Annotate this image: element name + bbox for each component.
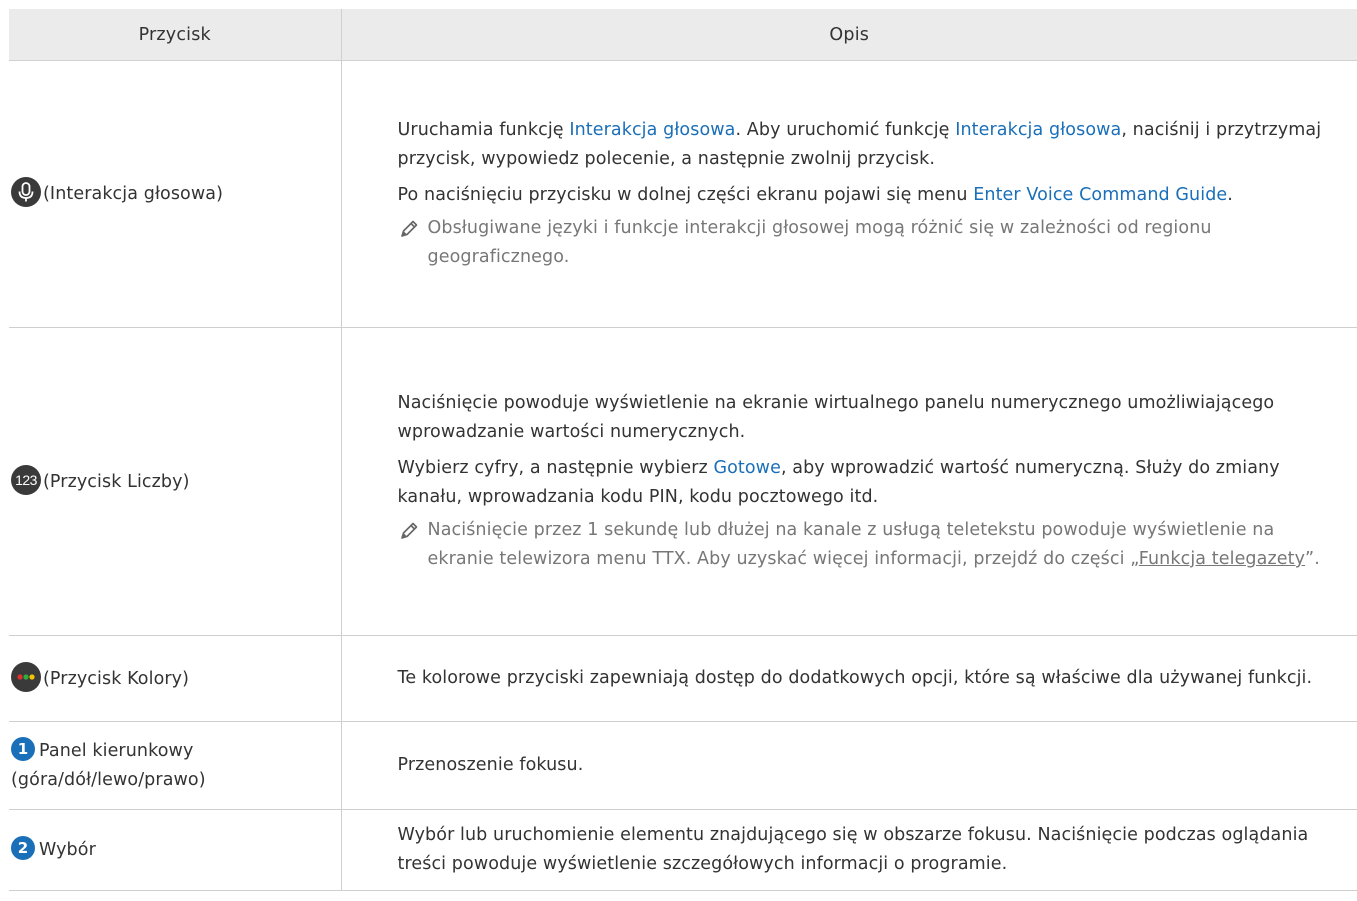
text-fragment: Wybierz cyfry, a następnie wybierz	[397, 458, 714, 478]
table-row-numbers: 123 (Przycisk Liczby) Naciśnięcie powoduj…	[9, 327, 1357, 636]
numbers-paragraph-1: Naciśnięcie powoduje wyświetlenie na ekr…	[397, 393, 1275, 442]
document-page: Przycisk Opis (Interakcja głosowa) Uruch…	[0, 0, 1357, 901]
link-funkcja-telegazety[interactable]: Funkcja telegazety	[1139, 549, 1305, 569]
text-fragment: Po naciśnięciu przycisku w dolnej części…	[397, 185, 974, 205]
numbers-paragraph-2: Wybierz cyfry, a następnie wybierz Gotow…	[398, 454, 1340, 512]
button-label-voice: (Interakcja głosowa)	[43, 184, 224, 204]
voice-note-text: Obsługiwane języki i funkcje interakcji …	[427, 218, 1212, 267]
button-cell-select: 2 Wybór	[9, 809, 341, 891]
pencil-note-icon	[400, 522, 417, 539]
desc-cell-numbers: Naciśnięcie powoduje wyświetlenie na ekr…	[340, 327, 1357, 636]
microphone-icon	[11, 177, 41, 207]
numbers-123-icon: 123	[11, 464, 41, 495]
voice-paragraph-2: Po naciśnięciu przycisku w dolnej części…	[398, 181, 1340, 210]
voice-note: Obsługiwane języki i funkcje interakcji …	[398, 214, 1340, 272]
button-cell-dpad: 1 Panel kierunkowy (góra/dół/lewo/prawo)	[9, 721, 341, 810]
button-label-select: Wybór	[39, 839, 96, 860]
text-fragment: Uruchamia funkcję	[397, 120, 570, 140]
button-label-numbers: (Przycisk Liczby)	[43, 471, 190, 492]
table-row-colors: (Przycisk Kolory) Te kolorowe przyciski …	[9, 635, 1357, 722]
button-cell-colors: (Przycisk Kolory)	[9, 635, 341, 722]
desc-cell-dpad: Przenoszenie fokusu.	[340, 721, 1357, 810]
button-label-dpad: Panel kierunkowy (góra/dół/lewo/prawo)	[11, 740, 206, 790]
text-fragment: ”.	[1305, 549, 1320, 569]
voice-paragraph-1: Uruchamia funkcję Interakcja głosowa. Ab…	[398, 116, 1340, 174]
table-row-select: 2 Wybór Wybór lub uruchomienie elementu z…	[9, 809, 1357, 891]
table-header-row: Przycisk Opis	[9, 9, 1357, 61]
link-gotowe[interactable]: Gotowe	[713, 458, 781, 478]
desc-cell-voice: Uruchamia funkcję Interakcja głosowa. Ab…	[340, 60, 1357, 328]
desc-cell-colors: Te kolorowe przyciski zapewniają dostęp …	[340, 635, 1357, 722]
header-description: Opis	[340, 9, 1357, 61]
link-enter-voice-command-guide[interactable]: Enter Voice Command Guide	[973, 185, 1227, 205]
remote-buttons-table: Przycisk Opis (Interakcja głosowa) Uruch…	[9, 9, 1357, 891]
button-cell-numbers: 123 (Przycisk Liczby)	[9, 327, 341, 636]
desc-cell-select: Wybór lub uruchomienie elementu znajdują…	[340, 809, 1357, 891]
dpad-description: Przenoszenie fokusu.	[397, 755, 584, 775]
header-button: Przycisk	[9, 9, 341, 61]
select-description: Wybór lub uruchomienie elementu znajdują…	[397, 825, 1309, 874]
link-interakcja-glosowa[interactable]: Interakcja głosowa	[569, 120, 735, 140]
button-cell-voice: (Interakcja głosowa)	[9, 60, 341, 328]
color-buttons-icon	[11, 661, 41, 692]
table-row-voice: (Interakcja głosowa) Uruchamia funkcję I…	[9, 60, 1357, 328]
number-2-marker-icon: 2	[11, 835, 35, 860]
button-label-colors: (Przycisk Kolory)	[43, 668, 190, 689]
text-fragment: . Aby uruchomić funkcję	[735, 120, 956, 140]
text-fragment: .	[1227, 185, 1233, 205]
table-row-dpad: 1 Panel kierunkowy (góra/dół/lewo/prawo) …	[9, 721, 1357, 810]
link-interakcja-glosowa-2[interactable]: Interakcja głosowa	[955, 120, 1121, 140]
pencil-note-icon	[400, 220, 417, 237]
colors-description: Te kolorowe przyciski zapewniają dostęp …	[397, 668, 1313, 688]
number-1-marker-icon: 1	[11, 736, 35, 761]
numbers-note: Naciśnięcie przez 1 sekundę lub dłużej n…	[398, 516, 1340, 574]
